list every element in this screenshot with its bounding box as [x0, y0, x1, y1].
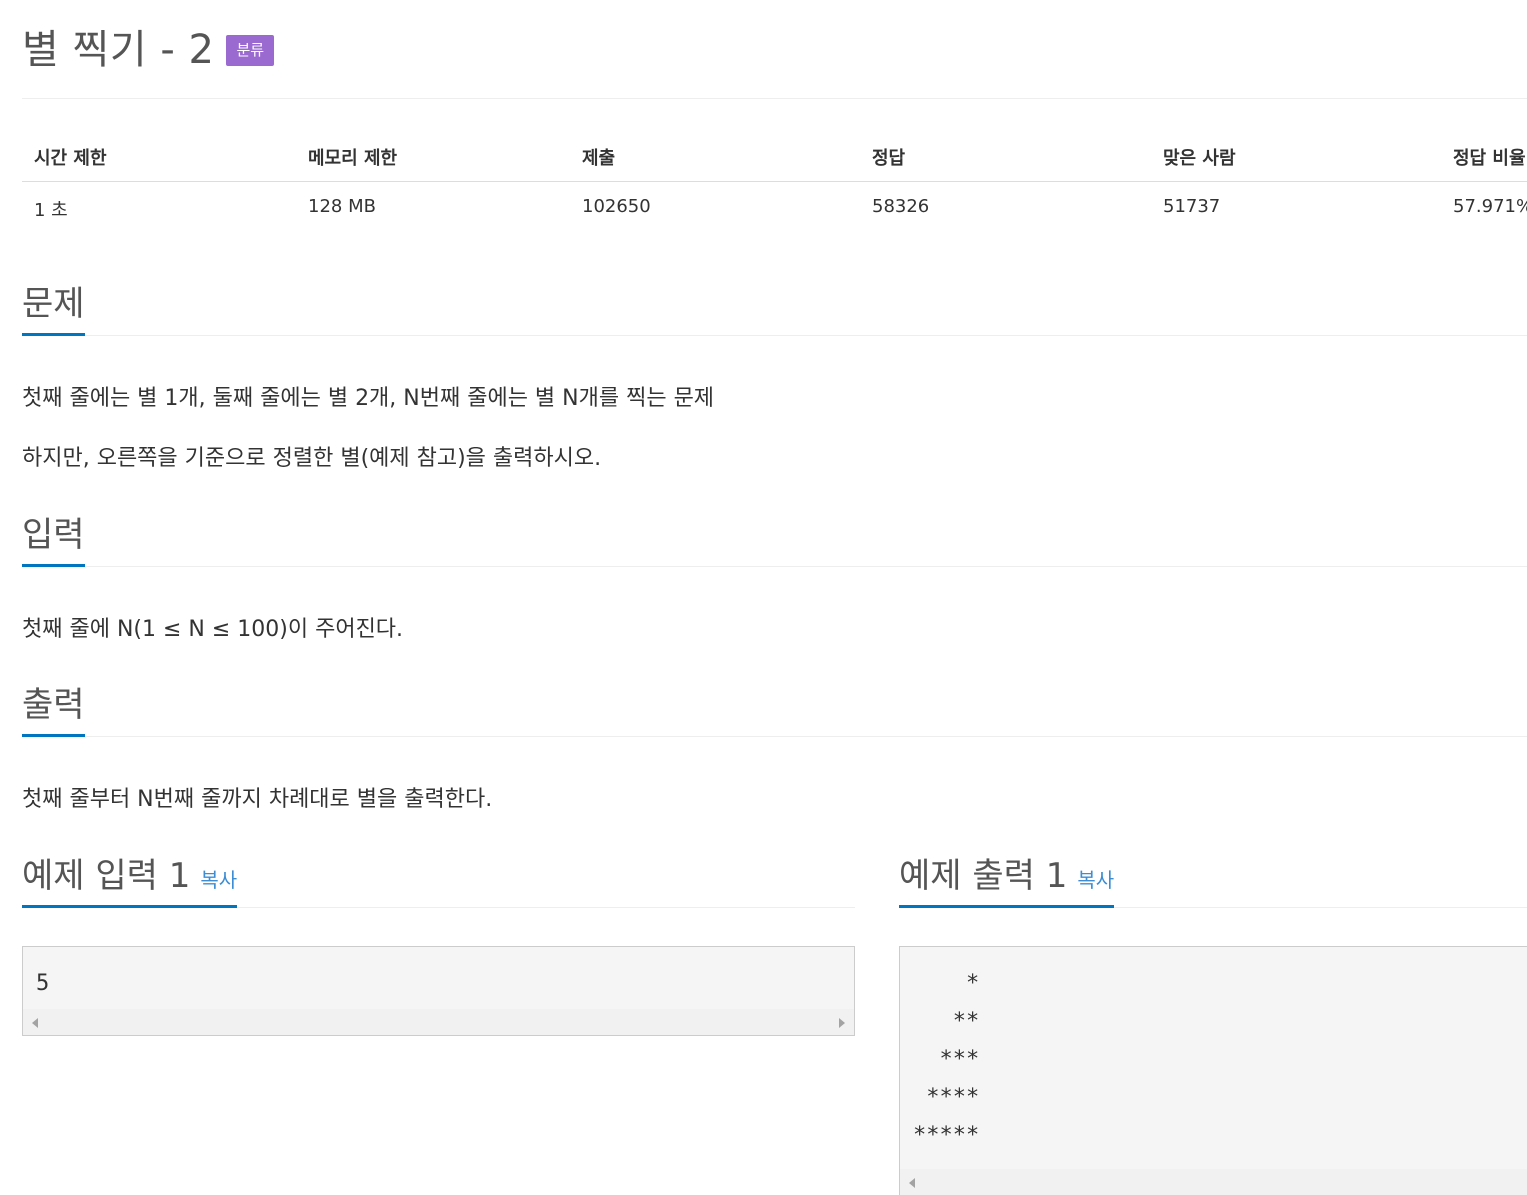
- sample-input-content: 5: [36, 971, 50, 996]
- output-text-line-1: 첫째 줄부터 N번째 줄까지 차례대로 별을 출력한다.: [22, 787, 493, 812]
- value-accepted: 58326: [872, 196, 930, 217]
- sample-output-title: 예제 출력 1: [899, 856, 1068, 896]
- title-row: 별 찍기 - 2 분류: [22, 18, 275, 74]
- horizontal-scrollbar[interactable]: [23, 1009, 854, 1035]
- value-submissions: 102650: [582, 196, 651, 217]
- header-memory-limit: 메모리 제한: [308, 148, 398, 169]
- header-solvers: 맞은 사람: [1163, 148, 1236, 169]
- problem-description-section: 문제 첫째 줄에는 별 1개, 둘째 줄에는 별 2개, N번째 줄에는 별 N…: [22, 280, 1527, 471]
- sample-input-section: 예제 입력 1 복사: [22, 852, 855, 908]
- sample-input-title: 예제 입력 1: [22, 856, 191, 896]
- section-title-output: 출력: [22, 677, 85, 737]
- info-table-row: 1 초 128 MB 102650 58326 51737 57.971%: [22, 182, 1527, 232]
- scroll-right-arrow-icon[interactable]: [839, 1018, 845, 1028]
- horizontal-scrollbar[interactable]: [900, 1169, 1527, 1195]
- sample-input-box[interactable]: 5: [22, 946, 855, 1036]
- section-header: 예제 입력 1 복사: [22, 852, 855, 908]
- problem-info-table: 시간 제한 메모리 제한 제출 정답 맞은 사람 정답 비율 1 초 128 M…: [22, 130, 1527, 232]
- sample-output-content: * ** *** **** *****: [913, 971, 980, 1148]
- scroll-left-arrow-icon[interactable]: [909, 1178, 915, 1188]
- section-divider: [22, 566, 1527, 567]
- section-header: 예제 출력 1 복사: [899, 852, 1527, 908]
- header-time-limit: 시간 제한: [34, 148, 107, 169]
- section-header: 문제: [22, 280, 1527, 336]
- header-submissions: 제출: [582, 148, 616, 169]
- section-title-sample-input: 예제 입력 1 복사: [22, 848, 238, 908]
- problem-text-line-1: 첫째 줄에는 별 1개, 둘째 줄에는 별 2개, N번째 줄에는 별 N개를 …: [22, 386, 715, 411]
- section-divider: [22, 335, 1527, 336]
- section-title-problem: 문제: [22, 276, 85, 336]
- category-badge[interactable]: 분류: [226, 34, 275, 66]
- section-title-sample-output: 예제 출력 1 복사: [899, 848, 1115, 908]
- input-section: 입력 첫째 줄에 N(1 ≤ N ≤ 100)이 주어진다.: [22, 511, 1527, 642]
- problem-title: 별 찍기 - 2: [22, 27, 215, 73]
- header-accept-ratio: 정답 비율: [1453, 148, 1526, 169]
- header-accepted: 정답: [872, 148, 906, 169]
- input-text-line-1: 첫째 줄에 N(1 ≤ N ≤ 100)이 주어진다.: [22, 617, 404, 642]
- sample-output-section: 예제 출력 1 복사: [899, 852, 1527, 908]
- copy-sample-input-button[interactable]: 복사: [200, 868, 237, 892]
- value-time-limit: 1 초: [34, 200, 68, 221]
- value-solvers: 51737: [1163, 196, 1221, 217]
- sample-output-box[interactable]: * ** *** **** *****: [899, 946, 1527, 1195]
- scroll-left-arrow-icon[interactable]: [32, 1018, 38, 1028]
- title-divider: [22, 98, 1527, 99]
- problem-text-line-2: 하지만, 오른쪽을 기준으로 정렬한 별(예제 참고)을 출력하시오.: [22, 446, 602, 471]
- section-header: 출력: [22, 681, 1527, 737]
- section-title-input: 입력: [22, 507, 85, 567]
- value-accept-ratio: 57.971%: [1453, 196, 1527, 217]
- section-divider: [22, 736, 1527, 737]
- info-table-header: 시간 제한 메모리 제한 제출 정답 맞은 사람 정답 비율: [22, 130, 1527, 182]
- section-header: 입력: [22, 511, 1527, 567]
- value-memory-limit: 128 MB: [308, 196, 376, 217]
- copy-sample-output-button[interactable]: 복사: [1077, 868, 1114, 892]
- output-section: 출력 첫째 줄부터 N번째 줄까지 차례대로 별을 출력한다.: [22, 681, 1527, 812]
